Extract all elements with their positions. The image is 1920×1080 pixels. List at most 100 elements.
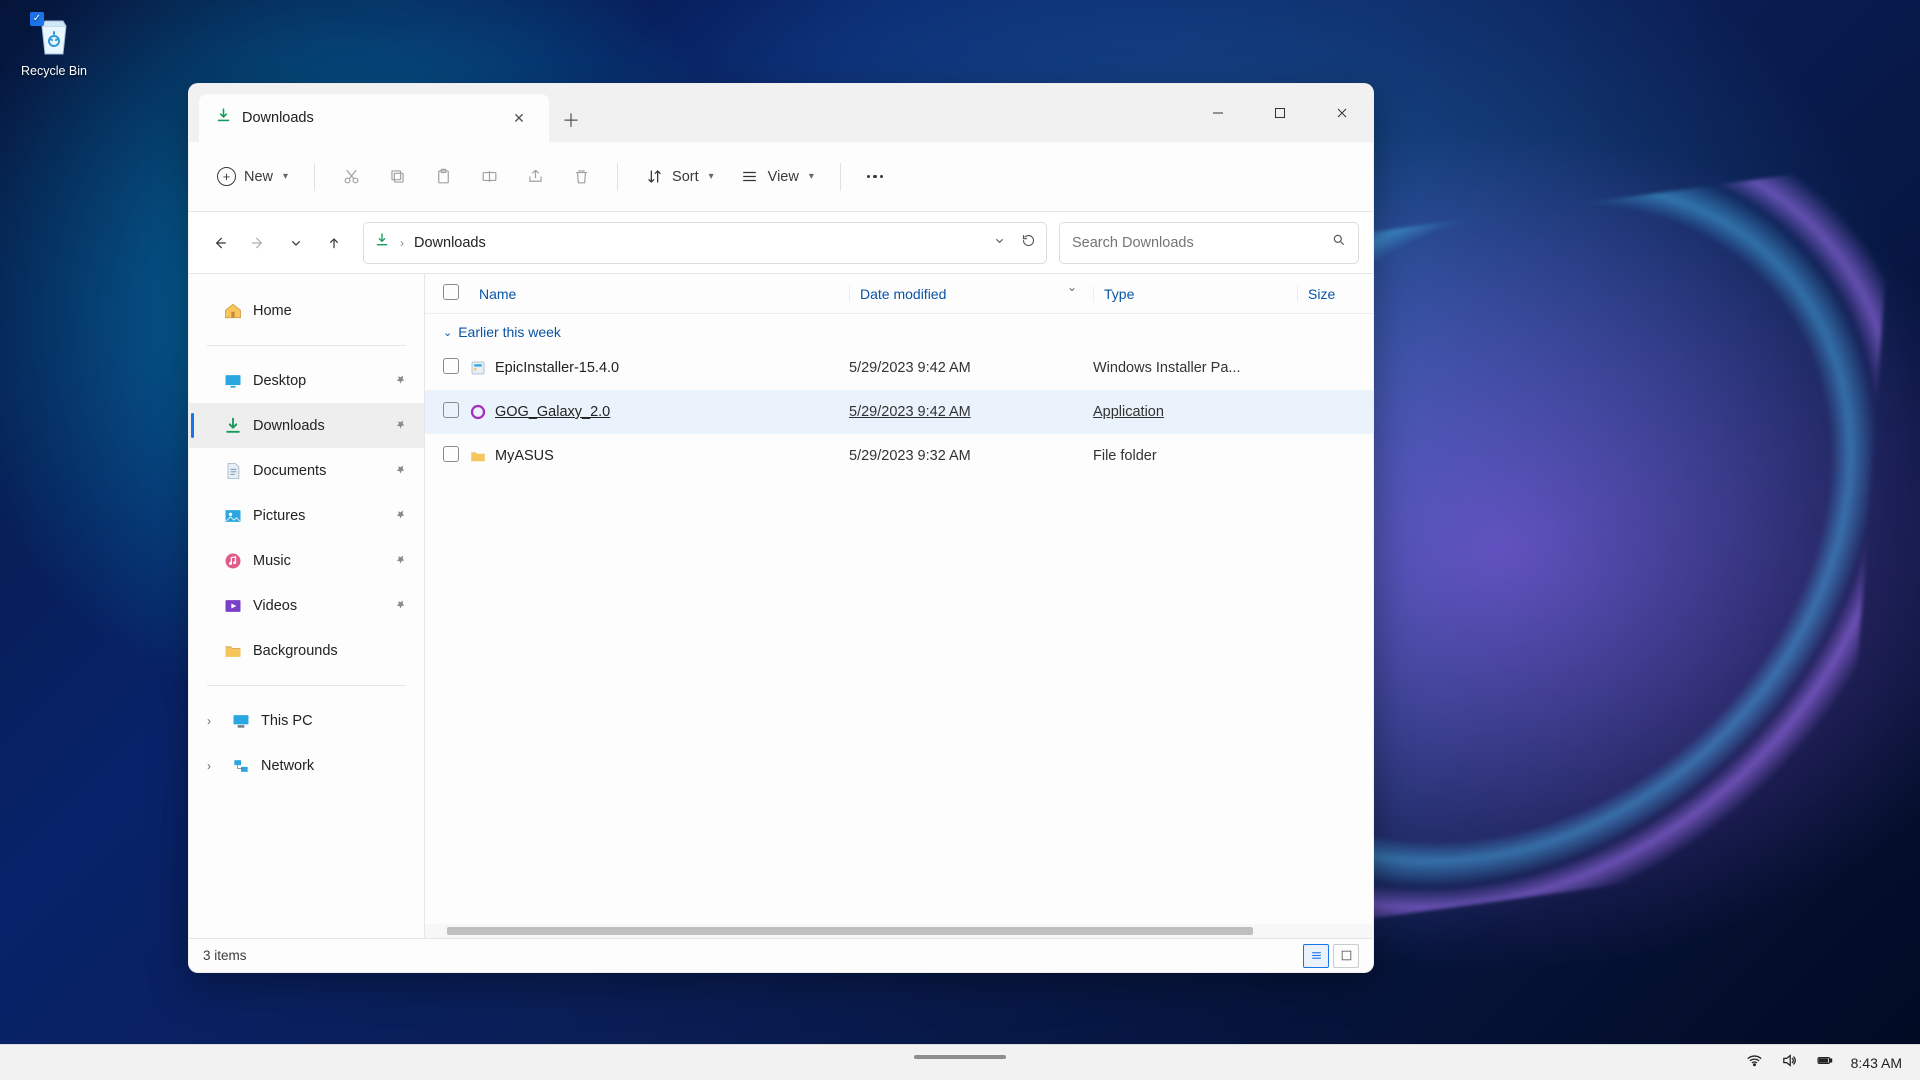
- file-date: 5/29/2023 9:32 AM: [849, 448, 1093, 464]
- refresh-button[interactable]: [1021, 233, 1036, 253]
- desktop-wallpaper: Recycle Bin Downloads ✕ ＋: [0, 0, 1920, 1080]
- address-bar[interactable]: › Downloads: [363, 222, 1047, 264]
- network-icon: [231, 756, 251, 776]
- titlebar[interactable]: Downloads ✕ ＋: [189, 84, 1373, 142]
- sidebar-item-label: Downloads: [253, 418, 325, 434]
- wifi-icon[interactable]: [1746, 1052, 1763, 1074]
- column-date[interactable]: Date modified: [849, 286, 1093, 302]
- recent-locations-button[interactable]: [279, 226, 313, 260]
- sidebar-item-label: Documents: [253, 463, 326, 479]
- taskbar[interactable]: 8:43 AM: [0, 1044, 1920, 1080]
- search-box[interactable]: [1059, 222, 1359, 264]
- navigation-pane[interactable]: Home Desktop Downloads Documents: [189, 274, 425, 938]
- row-checkbox[interactable]: [443, 446, 459, 462]
- sidebar-item-home[interactable]: Home: [189, 288, 424, 333]
- trash-icon: [571, 167, 591, 187]
- select-all-checkbox[interactable]: [443, 284, 459, 300]
- pin-icon: [395, 508, 406, 524]
- back-button[interactable]: [203, 226, 237, 260]
- file-date: 5/29/2023 9:42 AM: [849, 404, 1093, 420]
- music-icon: [223, 551, 243, 571]
- address-dropdown[interactable]: [992, 233, 1007, 253]
- home-icon: [223, 301, 243, 321]
- copy-button[interactable]: [377, 161, 417, 193]
- new-button[interactable]: + New ▾: [207, 161, 298, 192]
- battery-icon[interactable]: [1816, 1052, 1833, 1074]
- clock[interactable]: 8:43 AM: [1851, 1055, 1902, 1071]
- cut-button[interactable]: [331, 161, 371, 193]
- chevron-down-icon: ▾: [283, 171, 288, 182]
- file-type: Windows Installer Pa...: [1093, 360, 1297, 376]
- breadcrumb-current[interactable]: Downloads: [414, 235, 486, 251]
- sidebar-item-label: Music: [253, 553, 291, 569]
- system-tray[interactable]: 8:43 AM: [1746, 1052, 1902, 1074]
- column-headers: Name Date modified Type Size: [425, 274, 1373, 314]
- delete-button[interactable]: [561, 161, 601, 193]
- paste-button[interactable]: [423, 161, 463, 193]
- chevron-right-icon[interactable]: ›: [207, 759, 221, 773]
- file-date: 5/29/2023 9:42 AM: [849, 360, 1093, 376]
- forward-button[interactable]: [241, 226, 275, 260]
- documents-icon: [223, 461, 243, 481]
- file-type: Application: [1093, 404, 1297, 420]
- sidebar-item-downloads[interactable]: Downloads: [189, 403, 424, 448]
- more-button[interactable]: [857, 169, 894, 185]
- sidebar-item-music[interactable]: Music: [189, 538, 424, 583]
- sidebar-item-backgrounds[interactable]: Backgrounds: [189, 628, 424, 673]
- sidebar-item-label: Pictures: [253, 508, 305, 524]
- search-input[interactable]: [1072, 235, 1332, 251]
- sort-button[interactable]: Sort ▾: [634, 161, 724, 193]
- chevron-down-icon: ⌄: [443, 326, 452, 339]
- details-view-button[interactable]: [1303, 944, 1329, 968]
- column-size[interactable]: Size: [1297, 286, 1357, 302]
- volume-icon[interactable]: [1781, 1052, 1798, 1074]
- downloads-icon: [223, 416, 243, 436]
- file-name: MyASUS: [495, 448, 849, 464]
- status-bar: 3 items: [189, 938, 1373, 972]
- this-pc-icon: [231, 711, 251, 731]
- row-checkbox[interactable]: [443, 358, 459, 374]
- sidebar-item-videos[interactable]: Videos: [189, 583, 424, 628]
- file-row[interactable]: GOG_Galaxy_2.0 5/29/2023 9:42 AM Applica…: [425, 390, 1373, 434]
- maximize-button[interactable]: [1249, 92, 1311, 134]
- tab-downloads[interactable]: Downloads ✕: [199, 94, 549, 142]
- view-button[interactable]: View ▾: [730, 161, 824, 193]
- file-row[interactable]: MyASUS 5/29/2023 9:32 AM File folder: [425, 434, 1373, 478]
- gog-icon: [469, 403, 495, 421]
- videos-icon: [223, 596, 243, 616]
- pin-icon: [395, 373, 406, 389]
- desktop-icon: [223, 371, 243, 391]
- chevron-right-icon[interactable]: ›: [207, 714, 221, 728]
- share-button[interactable]: [515, 161, 555, 193]
- sidebar-item-pictures[interactable]: Pictures: [189, 493, 424, 538]
- scrollbar-thumb[interactable]: [447, 927, 1253, 935]
- column-name[interactable]: Name: [469, 286, 849, 302]
- item-count: 3 items: [203, 948, 247, 963]
- new-tab-button[interactable]: ＋: [549, 98, 593, 142]
- pictures-icon: [223, 506, 243, 526]
- file-name: GOG_Galaxy_2.0: [495, 404, 849, 420]
- sidebar-item-network[interactable]: › Network: [189, 743, 424, 788]
- sidebar-item-documents[interactable]: Documents: [189, 448, 424, 493]
- sidebar-item-this-pc[interactable]: › This PC: [189, 698, 424, 743]
- pin-icon: [395, 418, 406, 434]
- share-icon: [525, 167, 545, 187]
- downloads-icon: [215, 107, 232, 129]
- minimize-button[interactable]: [1187, 92, 1249, 134]
- horizontal-scrollbar[interactable]: [425, 924, 1373, 938]
- search-icon: [1332, 233, 1346, 252]
- recycle-bin-label: Recycle Bin: [14, 64, 94, 78]
- sidebar-item-desktop[interactable]: Desktop: [189, 358, 424, 403]
- recycle-bin[interactable]: Recycle Bin: [14, 12, 94, 78]
- thumbnails-view-button[interactable]: [1333, 944, 1359, 968]
- file-row[interactable]: EpicInstaller-15.4.0 5/29/2023 9:42 AM W…: [425, 346, 1373, 390]
- folder-icon: [469, 447, 495, 465]
- group-header[interactable]: ⌄ Earlier this week: [425, 314, 1373, 346]
- up-button[interactable]: [317, 226, 351, 260]
- view-icon: [740, 167, 760, 187]
- rename-button[interactable]: [469, 161, 509, 193]
- close-window-button[interactable]: [1311, 92, 1373, 134]
- row-checkbox[interactable]: [443, 402, 459, 418]
- tab-close-button[interactable]: ✕: [505, 104, 533, 132]
- column-type[interactable]: Type: [1093, 286, 1297, 302]
